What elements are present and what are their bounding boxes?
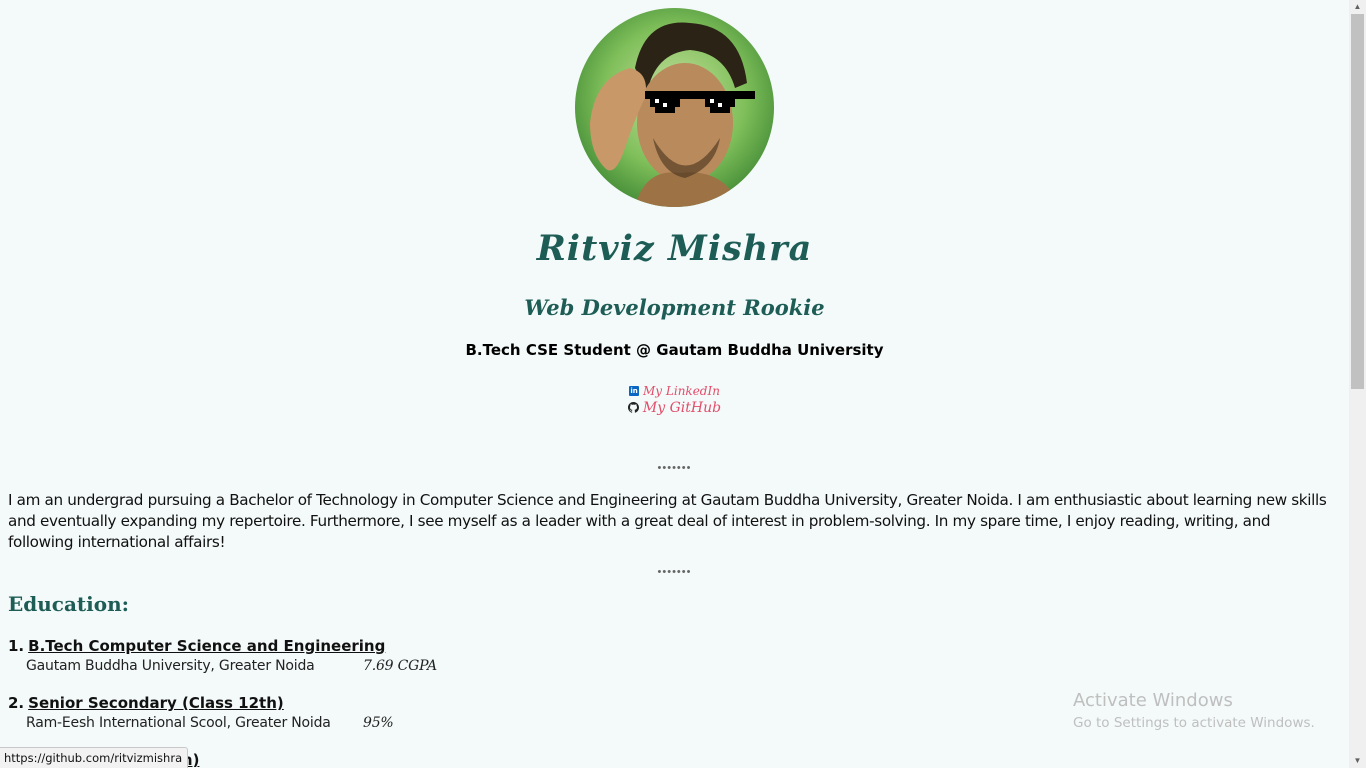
profile-subtitle: Web Development Rookie <box>524 295 825 320</box>
linkedin-row: in My LinkedIn <box>0 382 1349 399</box>
profile-name: Ritviz Mishra <box>536 228 813 269</box>
education-number: 1. <box>8 637 25 655</box>
separator-dots: ••••••• <box>657 566 692 578</box>
profile-photo <box>575 8 774 207</box>
github-icon <box>627 402 639 413</box>
education-institution: Gautam Buddha University, Greater Noida <box>26 657 315 674</box>
education-item: 1. B.Tech Computer Science and Engineeri… <box>8 636 437 675</box>
profile-page: Ritviz Mishra Web Development Rookie B.T… <box>0 0 1349 768</box>
windows-activation-watermark: Activate Windows Go to Settings to activ… <box>1073 689 1315 733</box>
watermark-title: Activate Windows <box>1073 690 1233 711</box>
separator-dots: ••••••• <box>657 462 692 474</box>
education-number: 2. <box>8 694 25 712</box>
about-text: I am an undergrad pursuing a Bachelor of… <box>8 491 1327 551</box>
profile-tagline: B.Tech CSE Student @ Gautam Buddha Unive… <box>465 341 884 359</box>
social-links: in My LinkedIn My GitHub <box>0 382 1349 416</box>
education-heading: Education: <box>8 592 130 616</box>
github-row: My GitHub <box>0 399 1349 416</box>
education-institution: Ram-Eesh International Scool, Greater No… <box>26 714 331 731</box>
linkedin-icon: in <box>629 385 640 396</box>
github-link[interactable]: My GitHub <box>643 400 721 416</box>
vertical-scrollbar[interactable]: ▲ ▼ <box>1349 0 1366 768</box>
education-score: 7.69 CGPA <box>363 657 437 674</box>
education-score: 95% <box>363 714 394 731</box>
education-title: Senior Secondary (Class 12th) <box>28 694 284 712</box>
education-title: B.Tech Computer Science and Engineering <box>28 637 386 655</box>
linkedin-link[interactable]: My LinkedIn <box>643 384 720 398</box>
education-item: 2. Senior Secondary (Class 12th) Ram-Ees… <box>8 693 394 732</box>
link-status-bar: https://github.com/ritvizmishra <box>0 747 189 768</box>
watermark-subtitle: Go to Settings to activate Windows. <box>1073 715 1315 731</box>
scroll-down-arrow-icon[interactable]: ▼ <box>1349 754 1366 768</box>
scrollbar-thumb[interactable] <box>1351 14 1364 389</box>
scroll-up-arrow-icon[interactable]: ▲ <box>1349 0 1366 14</box>
